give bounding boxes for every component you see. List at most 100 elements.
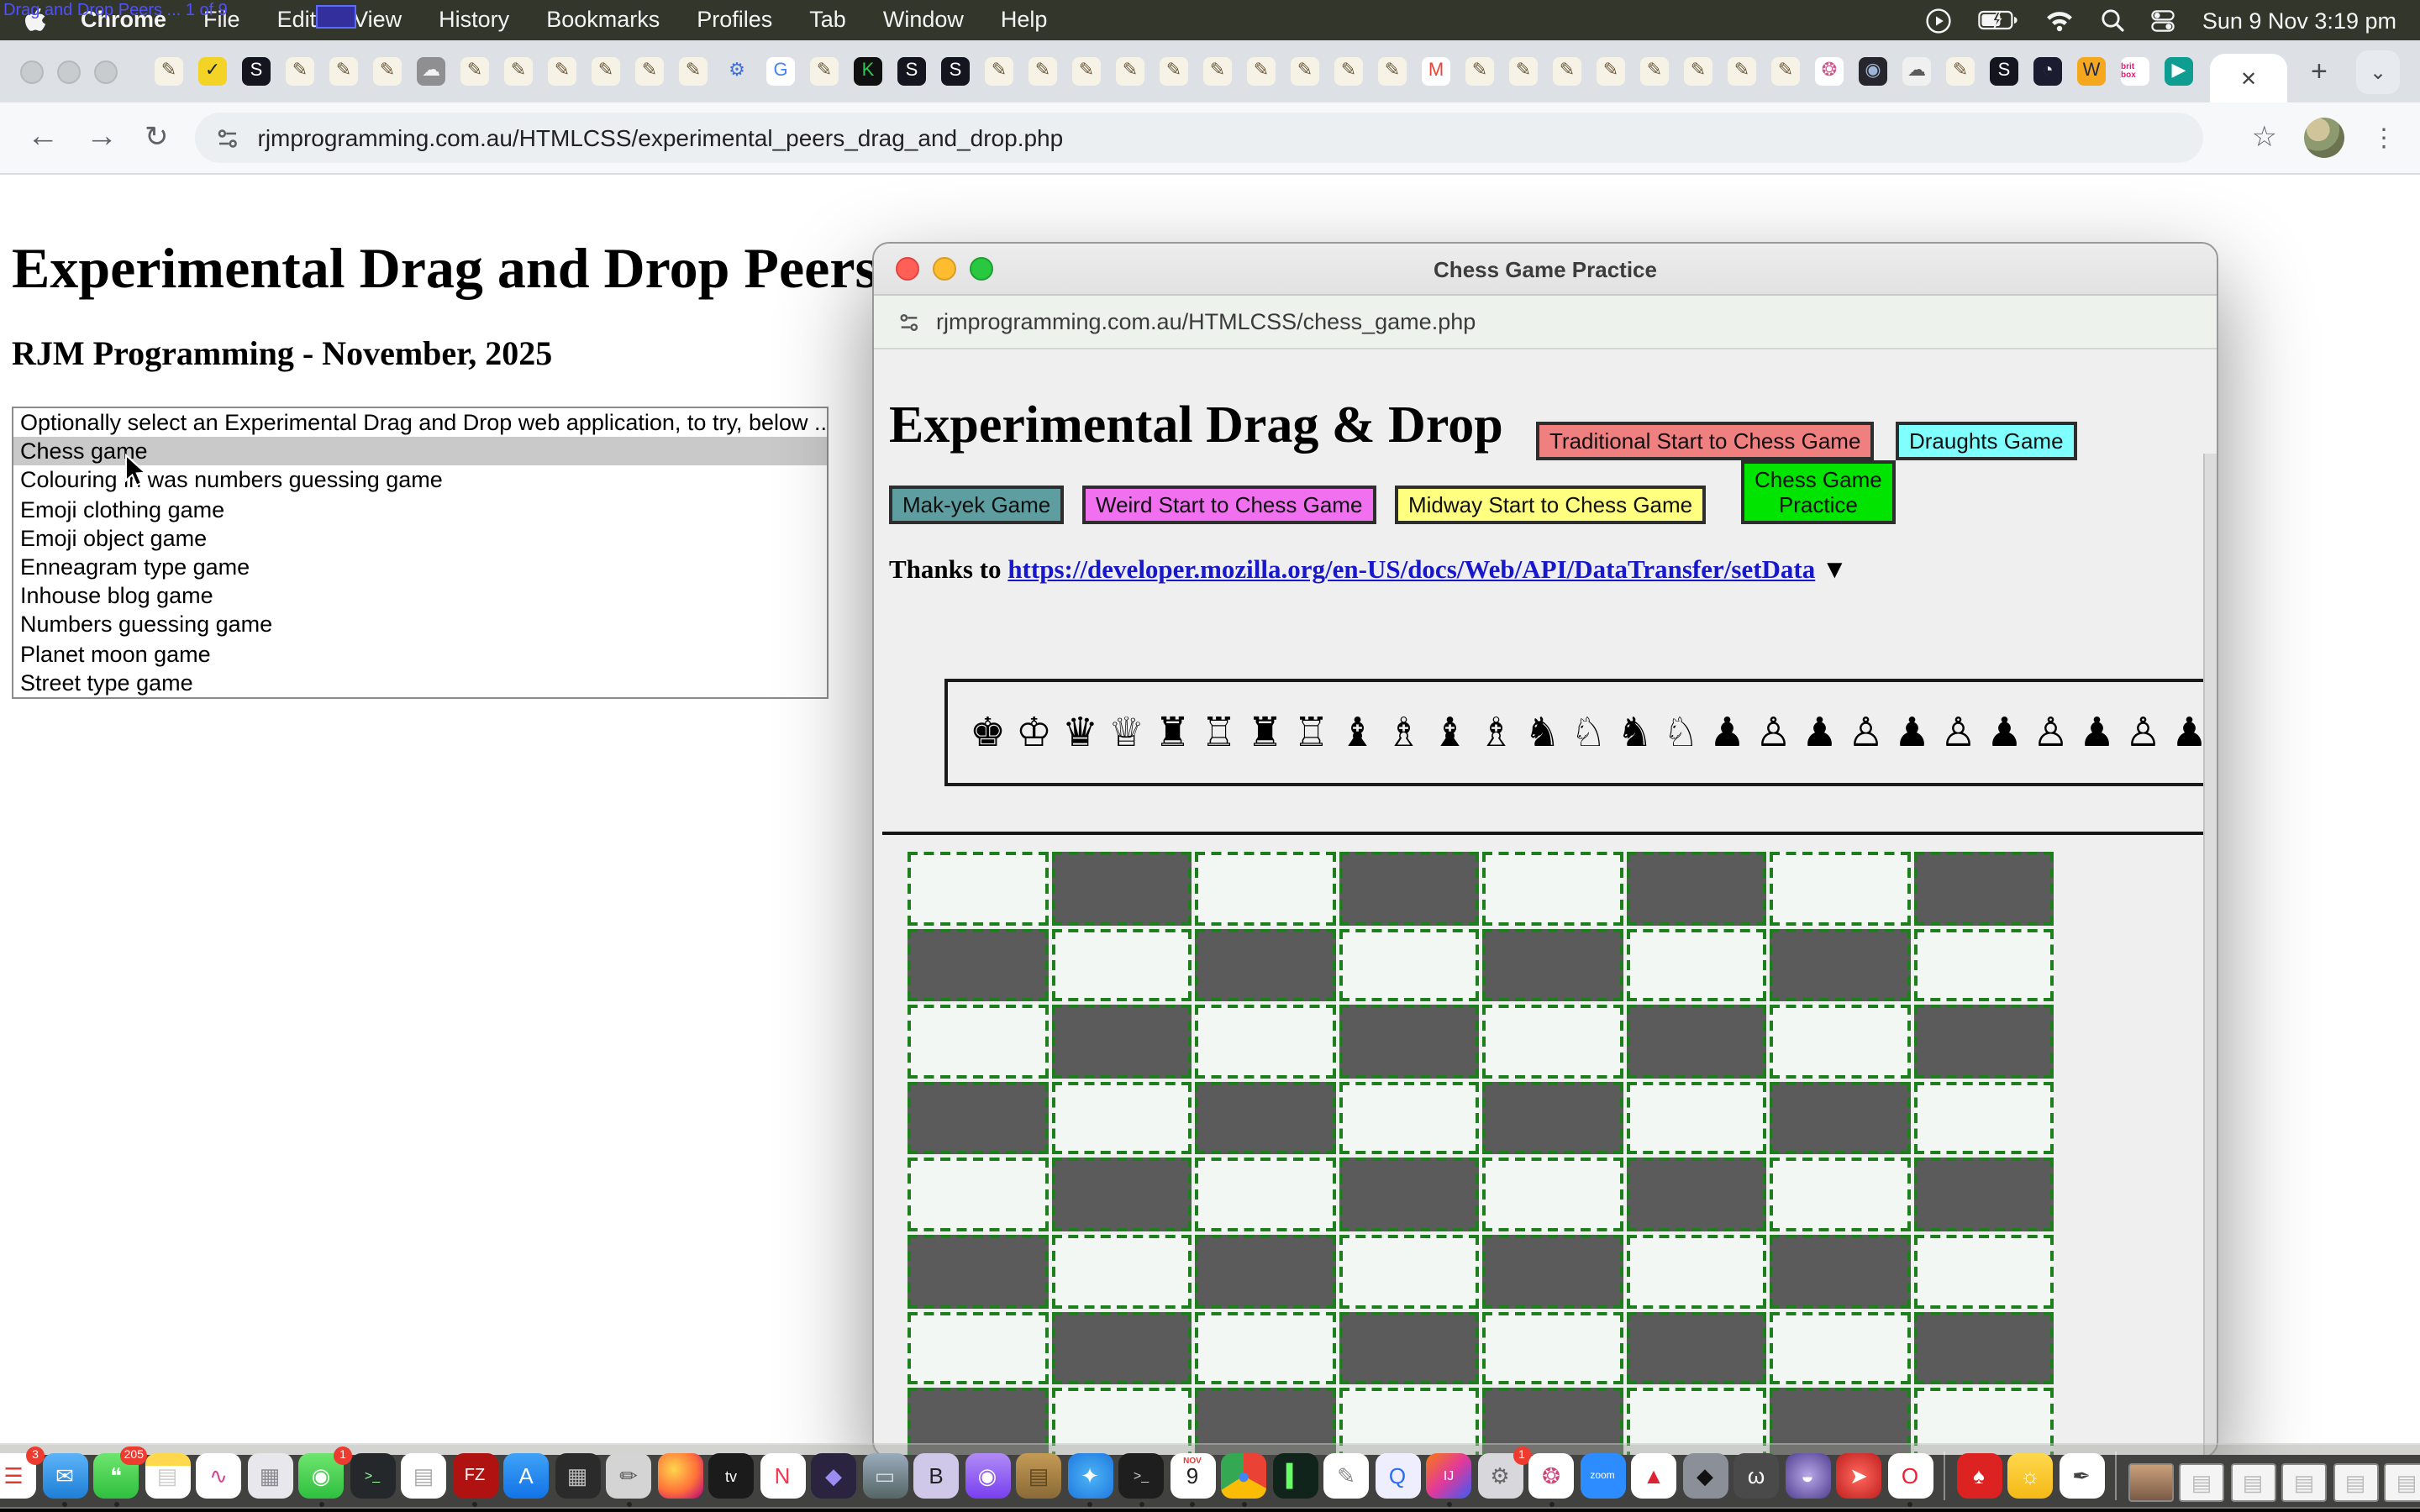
board-square[interactable] <box>1626 1158 1766 1231</box>
board-square[interactable] <box>1913 1235 2054 1308</box>
chess-piece[interactable]: ♖ <box>1196 709 1242 756</box>
menu-item-history[interactable]: History <box>420 0 528 40</box>
pinned-tab-rjm-pencil[interactable]: ✎ <box>1378 57 1407 86</box>
board-square[interactable] <box>1482 1082 1623 1155</box>
board-square[interactable] <box>1770 852 1910 925</box>
spotlight-search-icon[interactable] <box>2102 8 2125 32</box>
dock-icon-chrome[interactable]: ● <box>1221 1453 1266 1499</box>
button-traditional-start-to-chess-game[interactable]: Traditional Start to Chess Game <box>1536 422 1874 460</box>
chess-piece[interactable]: ♞ <box>1519 709 1565 756</box>
chess-piece[interactable]: ♙ <box>2120 709 2166 756</box>
pinned-tab-rjm-pencil[interactable]: ✎ <box>1116 57 1144 86</box>
pinned-tab-s-black[interactable]: S <box>941 57 970 86</box>
chess-window-urlbar[interactable]: rjmprogramming.com.au/HTMLCSS/chess_game… <box>874 296 2217 349</box>
board-square[interactable] <box>908 1311 1048 1384</box>
pinned-tab-rjm-pencil[interactable]: ✎ <box>1509 57 1538 86</box>
dock-icon-intellij[interactable]: IJ <box>1426 1453 1471 1499</box>
button-midway-start-to-chess-game[interactable]: Midway Start to Chess Game <box>1395 486 1706 524</box>
control-center-icon[interactable] <box>2152 9 2175 31</box>
board-square[interactable] <box>1626 1005 1766 1078</box>
pinned-tab-rjm-pencil[interactable]: ✎ <box>679 57 708 86</box>
chess-piece[interactable]: ♔ <box>1011 709 1057 756</box>
board-square[interactable] <box>1482 1235 1623 1308</box>
mdn-settata-link[interactable]: https://developer.mozilla.org/en-US/docs… <box>1007 556 1815 585</box>
site-settings-icon[interactable] <box>216 125 241 150</box>
dock-icon-filezilla[interactable]: FZ <box>452 1453 497 1499</box>
board-square[interactable] <box>1770 1082 1910 1155</box>
pinned-tab-rjm-pencil[interactable]: ✎ <box>1946 57 1975 86</box>
chess-url-text[interactable]: rjmprogramming.com.au/HTMLCSS/chess_game… <box>936 309 1476 334</box>
dock-icon-pages-pen[interactable]: ✒ <box>2059 1453 2104 1499</box>
pinned-tab-rjm-pencil[interactable]: ✎ <box>1553 57 1581 86</box>
close-window-button[interactable] <box>20 60 44 83</box>
pinned-tab-s-black[interactable]: S <box>897 57 926 86</box>
board-square[interactable] <box>908 928 1048 1001</box>
chess-piece[interactable]: ♝ <box>1427 709 1473 756</box>
pinned-tab-wattpad[interactable]: W <box>2077 57 2106 86</box>
pinned-tab-rjm-pencil[interactable]: ✎ <box>1334 57 1363 86</box>
list-option-planet-moon-game[interactable]: Planet moon game <box>13 639 827 668</box>
list-option-emoji-object-game[interactable]: Emoji object game <box>13 524 827 553</box>
dock-icon-minimized-window[interactable]: ▤ <box>2281 1463 2327 1502</box>
board-square[interactable] <box>1482 1005 1623 1078</box>
new-tab-button[interactable]: + <box>2311 55 2328 88</box>
pinned-tab-k-green[interactable]: K <box>854 57 882 86</box>
pinned-tab-rjm-pencil[interactable]: ✎ <box>329 57 358 86</box>
pinned-tab-gauge-dark[interactable]: ◔ <box>2033 57 2062 86</box>
board-square[interactable] <box>1770 1005 1910 1078</box>
dock-icon-settings[interactable]: ⚙1 <box>1477 1453 1523 1499</box>
dock-icon-app-store[interactable]: A <box>503 1453 549 1499</box>
menu-item-profiles[interactable]: Profiles <box>678 0 791 40</box>
board-square[interactable] <box>1482 1311 1623 1384</box>
dock-icon-pixelmator[interactable]: ❂ <box>1528 1453 1574 1499</box>
chess-piece[interactable]: ♖ <box>1288 709 1334 756</box>
pinned-tab-rjm-pencil[interactable]: ✎ <box>1640 57 1669 86</box>
pinned-tab-mastodon-grey[interactable]: ☁ <box>417 57 445 86</box>
dock-icon-cat-app[interactable]: ◒ <box>1785 1453 1830 1499</box>
zoom-window-button[interactable] <box>94 60 118 83</box>
chrome-menu-icon[interactable]: ⋮ <box>2371 123 2396 153</box>
pinned-tab-rjm-pencil[interactable]: ✎ <box>1072 57 1101 86</box>
board-square[interactable] <box>1339 1082 1479 1155</box>
board-square[interactable] <box>908 1158 1048 1231</box>
board-square[interactable] <box>1626 852 1766 925</box>
caret-down-icon[interactable]: ▼ <box>1815 556 1847 585</box>
board-square[interactable] <box>1770 1158 1910 1231</box>
chess-window-titlebar[interactable]: Chess Game Practice <box>874 244 2217 296</box>
chess-piece[interactable]: ♙ <box>2028 709 2074 756</box>
dock-icon-bbedit[interactable]: B <box>913 1453 959 1499</box>
pinned-tab-rjm-pencil[interactable]: ✎ <box>373 57 402 86</box>
button-chess-game-practice[interactable]: Chess GamePractice <box>1741 460 1896 524</box>
board-square[interactable] <box>1482 1158 1623 1231</box>
pinned-tab-rjm-pencil[interactable]: ✎ <box>460 57 489 86</box>
dock-icon-launchpad[interactable]: ▦ <box>247 1453 292 1499</box>
board-square[interactable] <box>908 852 1048 925</box>
pinned-tab-camera-dark[interactable]: ◉ <box>1859 57 1887 86</box>
board-square[interactable] <box>1051 1005 1192 1078</box>
address-bar[interactable]: rjmprogramming.com.au/HTMLCSS/experiment… <box>196 113 2204 163</box>
window-traffic-lights[interactable] <box>20 60 118 83</box>
pinned-tab-google-g[interactable]: G <box>766 57 795 86</box>
board-square[interactable] <box>908 1082 1048 1155</box>
dock-icon-minimized-window[interactable]: ▤ <box>2179 1463 2224 1502</box>
board-square[interactable] <box>1195 1235 1335 1308</box>
dock-icon-facetime[interactable]: ◉1 <box>298 1453 344 1499</box>
pinned-tab-rjm-pencil[interactable]: ✎ <box>1728 57 1756 86</box>
dock-icon-contacts[interactable]: ▤ <box>1016 1453 1061 1499</box>
board-square[interactable] <box>1482 928 1623 1001</box>
board-square[interactable] <box>1195 1082 1335 1155</box>
board-square[interactable] <box>1339 852 1479 925</box>
list-option-emoji-clothing-game[interactable]: Emoji clothing game <box>13 495 827 523</box>
dock-icon-minimized-window[interactable]: ▤ <box>2384 1463 2420 1502</box>
chess-piece[interactable]: ♛ <box>1057 709 1103 756</box>
pinned-tab-rjm-pencil[interactable]: ✎ <box>504 57 533 86</box>
dock-icon-opera[interactable]: O <box>1887 1453 1933 1499</box>
wifi-icon[interactable] <box>2046 9 2075 31</box>
board-square[interactable] <box>1770 928 1910 1001</box>
pinned-tab-gmail[interactable]: M <box>1422 57 1450 86</box>
board-square[interactable] <box>1195 928 1335 1001</box>
board-square[interactable] <box>1913 928 2054 1001</box>
chess-piece[interactable]: ♟ <box>1981 709 2028 756</box>
dock-icon-minimized-window[interactable]: ▤ <box>2333 1463 2378 1502</box>
pinned-tab-rjm-pencil[interactable]: ✎ <box>1597 57 1625 86</box>
